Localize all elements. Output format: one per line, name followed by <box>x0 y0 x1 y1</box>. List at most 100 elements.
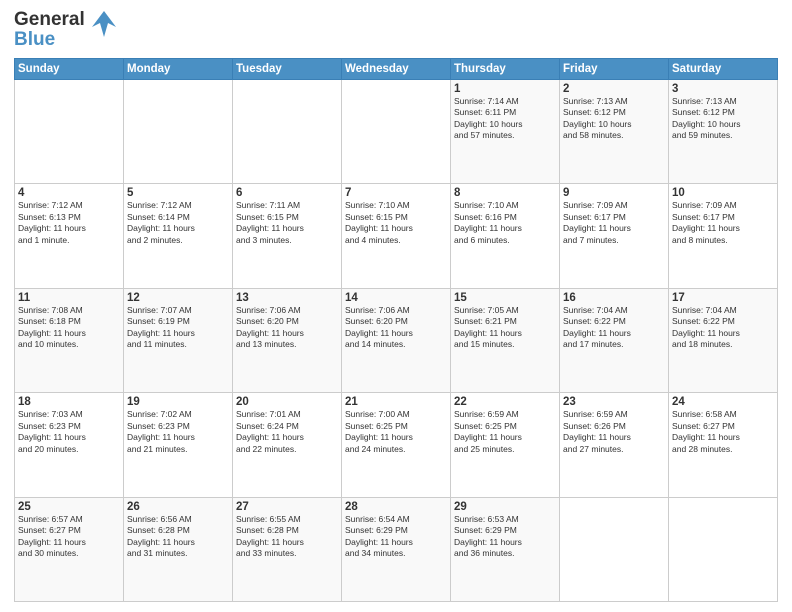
day-number: 24 <box>672 396 774 408</box>
day-info: Sunrise: 7:11 AMSunset: 6:15 PMDaylight:… <box>236 200 338 246</box>
day-number: 16 <box>563 292 665 304</box>
day-info: Sunrise: 7:09 AMSunset: 6:17 PMDaylight:… <box>672 200 774 246</box>
week-row-3: 11Sunrise: 7:08 AMSunset: 6:18 PMDayligh… <box>15 288 778 392</box>
day-info: Sunrise: 6:57 AMSunset: 6:27 PMDaylight:… <box>18 514 120 560</box>
day-number: 5 <box>127 187 229 199</box>
calendar-cell: 11Sunrise: 7:08 AMSunset: 6:18 PMDayligh… <box>15 288 124 392</box>
day-number: 6 <box>236 187 338 199</box>
week-row-2: 4Sunrise: 7:12 AMSunset: 6:13 PMDaylight… <box>15 184 778 288</box>
calendar-cell: 21Sunrise: 7:00 AMSunset: 6:25 PMDayligh… <box>342 393 451 497</box>
calendar-cell: 19Sunrise: 7:02 AMSunset: 6:23 PMDayligh… <box>124 393 233 497</box>
day-info: Sunrise: 7:07 AMSunset: 6:19 PMDaylight:… <box>127 305 229 351</box>
day-info: Sunrise: 6:54 AMSunset: 6:29 PMDaylight:… <box>345 514 447 560</box>
dow-header-monday: Monday <box>124 58 233 79</box>
calendar-cell: 23Sunrise: 6:59 AMSunset: 6:26 PMDayligh… <box>560 393 669 497</box>
day-number: 26 <box>127 501 229 513</box>
day-number: 11 <box>18 292 120 304</box>
calendar-cell: 5Sunrise: 7:12 AMSunset: 6:14 PMDaylight… <box>124 184 233 288</box>
day-number: 29 <box>454 501 556 513</box>
day-number: 18 <box>18 396 120 408</box>
day-number: 13 <box>236 292 338 304</box>
week-row-5: 25Sunrise: 6:57 AMSunset: 6:27 PMDayligh… <box>15 497 778 601</box>
dow-header-tuesday: Tuesday <box>233 58 342 79</box>
day-info: Sunrise: 7:14 AMSunset: 6:11 PMDaylight:… <box>454 96 556 142</box>
day-info: Sunrise: 6:53 AMSunset: 6:29 PMDaylight:… <box>454 514 556 560</box>
dow-header-sunday: Sunday <box>15 58 124 79</box>
day-number: 21 <box>345 396 447 408</box>
day-info: Sunrise: 6:58 AMSunset: 6:27 PMDaylight:… <box>672 409 774 455</box>
logo: General Blue <box>14 10 118 50</box>
calendar-cell: 17Sunrise: 7:04 AMSunset: 6:22 PMDayligh… <box>669 288 778 392</box>
day-info: Sunrise: 7:12 AMSunset: 6:13 PMDaylight:… <box>18 200 120 246</box>
calendar-cell: 29Sunrise: 6:53 AMSunset: 6:29 PMDayligh… <box>451 497 560 601</box>
day-number: 4 <box>18 187 120 199</box>
day-number: 20 <box>236 396 338 408</box>
dow-header-wednesday: Wednesday <box>342 58 451 79</box>
days-of-week-row: SundayMondayTuesdayWednesdayThursdayFrid… <box>15 58 778 79</box>
day-info: Sunrise: 7:06 AMSunset: 6:20 PMDaylight:… <box>345 305 447 351</box>
day-info: Sunrise: 7:08 AMSunset: 6:18 PMDaylight:… <box>18 305 120 351</box>
calendar-cell: 6Sunrise: 7:11 AMSunset: 6:15 PMDaylight… <box>233 184 342 288</box>
calendar-cell: 9Sunrise: 7:09 AMSunset: 6:17 PMDaylight… <box>560 184 669 288</box>
day-info: Sunrise: 7:10 AMSunset: 6:15 PMDaylight:… <box>345 200 447 246</box>
calendar-cell: 10Sunrise: 7:09 AMSunset: 6:17 PMDayligh… <box>669 184 778 288</box>
day-info: Sunrise: 7:09 AMSunset: 6:17 PMDaylight:… <box>563 200 665 246</box>
calendar-cell: 8Sunrise: 7:10 AMSunset: 6:16 PMDaylight… <box>451 184 560 288</box>
calendar-cell: 20Sunrise: 7:01 AMSunset: 6:24 PMDayligh… <box>233 393 342 497</box>
calendar-cell <box>233 79 342 183</box>
day-number: 19 <box>127 396 229 408</box>
day-number: 1 <box>454 83 556 95</box>
dow-header-saturday: Saturday <box>669 58 778 79</box>
calendar-cell: 4Sunrise: 7:12 AMSunset: 6:13 PMDaylight… <box>15 184 124 288</box>
day-info: Sunrise: 7:13 AMSunset: 6:12 PMDaylight:… <box>672 96 774 142</box>
calendar-cell: 27Sunrise: 6:55 AMSunset: 6:28 PMDayligh… <box>233 497 342 601</box>
day-info: Sunrise: 6:59 AMSunset: 6:25 PMDaylight:… <box>454 409 556 455</box>
calendar-cell: 7Sunrise: 7:10 AMSunset: 6:15 PMDaylight… <box>342 184 451 288</box>
logo-blue: Blue <box>14 30 85 50</box>
calendar-cell: 28Sunrise: 6:54 AMSunset: 6:29 PMDayligh… <box>342 497 451 601</box>
week-row-4: 18Sunrise: 7:03 AMSunset: 6:23 PMDayligh… <box>15 393 778 497</box>
day-info: Sunrise: 7:04 AMSunset: 6:22 PMDaylight:… <box>672 305 774 351</box>
day-number: 15 <box>454 292 556 304</box>
calendar-cell: 25Sunrise: 6:57 AMSunset: 6:27 PMDayligh… <box>15 497 124 601</box>
dow-header-friday: Friday <box>560 58 669 79</box>
day-number: 14 <box>345 292 447 304</box>
calendar-cell: 14Sunrise: 7:06 AMSunset: 6:20 PMDayligh… <box>342 288 451 392</box>
calendar-cell: 3Sunrise: 7:13 AMSunset: 6:12 PMDaylight… <box>669 79 778 183</box>
day-info: Sunrise: 6:55 AMSunset: 6:28 PMDaylight:… <box>236 514 338 560</box>
calendar-cell: 15Sunrise: 7:05 AMSunset: 6:21 PMDayligh… <box>451 288 560 392</box>
day-number: 27 <box>236 501 338 513</box>
calendar-cell <box>124 79 233 183</box>
day-info: Sunrise: 7:05 AMSunset: 6:21 PMDaylight:… <box>454 305 556 351</box>
day-number: 10 <box>672 187 774 199</box>
calendar-cell: 26Sunrise: 6:56 AMSunset: 6:28 PMDayligh… <box>124 497 233 601</box>
calendar-cell: 16Sunrise: 7:04 AMSunset: 6:22 PMDayligh… <box>560 288 669 392</box>
day-number: 3 <box>672 83 774 95</box>
day-info: Sunrise: 7:13 AMSunset: 6:12 PMDaylight:… <box>563 96 665 142</box>
day-number: 23 <box>563 396 665 408</box>
day-number: 25 <box>18 501 120 513</box>
calendar-cell: 22Sunrise: 6:59 AMSunset: 6:25 PMDayligh… <box>451 393 560 497</box>
day-number: 22 <box>454 396 556 408</box>
calendar-cell <box>560 497 669 601</box>
day-number: 7 <box>345 187 447 199</box>
header: General Blue <box>14 10 778 50</box>
logo-bird-icon <box>90 9 118 46</box>
calendar-body: 1Sunrise: 7:14 AMSunset: 6:11 PMDaylight… <box>15 79 778 601</box>
calendar-cell: 2Sunrise: 7:13 AMSunset: 6:12 PMDaylight… <box>560 79 669 183</box>
calendar-cell: 13Sunrise: 7:06 AMSunset: 6:20 PMDayligh… <box>233 288 342 392</box>
day-number: 17 <box>672 292 774 304</box>
day-info: Sunrise: 7:10 AMSunset: 6:16 PMDaylight:… <box>454 200 556 246</box>
page: General Blue SundayMondayTuesdayWednesda… <box>0 0 792 612</box>
day-number: 28 <box>345 501 447 513</box>
calendar-cell: 1Sunrise: 7:14 AMSunset: 6:11 PMDaylight… <box>451 79 560 183</box>
calendar-cell <box>342 79 451 183</box>
day-info: Sunrise: 7:06 AMSunset: 6:20 PMDaylight:… <box>236 305 338 351</box>
calendar-cell: 12Sunrise: 7:07 AMSunset: 6:19 PMDayligh… <box>124 288 233 392</box>
calendar-cell <box>15 79 124 183</box>
dow-header-thursday: Thursday <box>451 58 560 79</box>
day-number: 9 <box>563 187 665 199</box>
day-number: 8 <box>454 187 556 199</box>
day-info: Sunrise: 7:02 AMSunset: 6:23 PMDaylight:… <box>127 409 229 455</box>
day-info: Sunrise: 7:04 AMSunset: 6:22 PMDaylight:… <box>563 305 665 351</box>
